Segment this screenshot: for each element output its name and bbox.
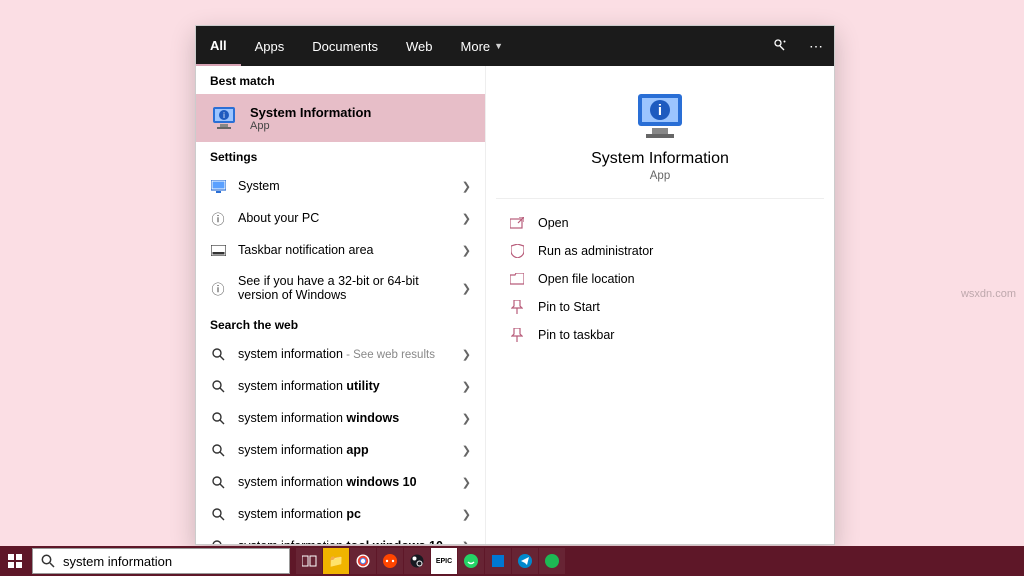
taskbar: 📁 EPIC bbox=[0, 546, 1024, 576]
svg-text:i: i bbox=[223, 111, 225, 120]
action-run-admin[interactable]: Run as administrator bbox=[500, 237, 820, 265]
action-open[interactable]: Open bbox=[500, 209, 820, 237]
system-information-icon: i bbox=[632, 88, 688, 144]
tab-web[interactable]: Web bbox=[392, 26, 447, 66]
app-icon[interactable] bbox=[458, 548, 484, 574]
web-item[interactable]: system information windows ❯ bbox=[196, 402, 485, 434]
pin-icon bbox=[508, 300, 526, 314]
action-list: Open Run as administrator Open file loca… bbox=[496, 199, 824, 359]
search-input[interactable] bbox=[63, 554, 281, 569]
taskbar-pinned-apps: 📁 EPIC bbox=[296, 548, 565, 574]
app-icon[interactable] bbox=[485, 548, 511, 574]
feedback-icon[interactable] bbox=[762, 26, 798, 66]
best-match-subtitle: App bbox=[250, 120, 371, 132]
web-item[interactable]: system information windows 10 ❯ bbox=[196, 466, 485, 498]
settings-item-taskbar-area[interactable]: Taskbar notification area ❯ bbox=[196, 234, 485, 266]
shield-icon bbox=[508, 244, 526, 258]
results-list: Best match i System Information App Sett… bbox=[196, 66, 486, 544]
chevron-right-icon: ❯ bbox=[462, 540, 471, 545]
search-icon bbox=[210, 538, 226, 544]
app-icon[interactable] bbox=[377, 548, 403, 574]
action-pin-start[interactable]: Pin to Start bbox=[500, 293, 820, 321]
svg-text:i: i bbox=[658, 102, 662, 119]
system-information-icon: i bbox=[210, 104, 238, 132]
search-icon bbox=[210, 474, 226, 490]
app-icon[interactable] bbox=[512, 548, 538, 574]
chevron-right-icon: ❯ bbox=[462, 212, 471, 225]
chevron-right-icon: ❯ bbox=[462, 244, 471, 257]
chevron-right-icon: ❯ bbox=[462, 348, 471, 361]
web-item[interactable]: system information pc ❯ bbox=[196, 498, 485, 530]
web-item[interactable]: system information tool windows 10 ❯ bbox=[196, 530, 485, 544]
taskbar-search-box[interactable] bbox=[32, 548, 290, 574]
taskbar-icon bbox=[210, 242, 226, 258]
tab-all[interactable]: All bbox=[196, 26, 241, 66]
search-icon bbox=[210, 442, 226, 458]
task-view-icon[interactable] bbox=[296, 548, 322, 574]
web-item[interactable]: system information app ❯ bbox=[196, 434, 485, 466]
detail-title: System Information bbox=[496, 150, 824, 168]
app-icon[interactable] bbox=[539, 548, 565, 574]
action-pin-taskbar[interactable]: Pin to taskbar bbox=[500, 321, 820, 349]
search-icon bbox=[210, 378, 226, 394]
more-options-icon[interactable]: ⋯ bbox=[798, 26, 834, 66]
tab-apps[interactable]: Apps bbox=[241, 26, 299, 66]
pin-icon bbox=[508, 328, 526, 342]
tab-more[interactable]: More▼ bbox=[447, 26, 518, 66]
best-match-title: System Information bbox=[250, 105, 371, 120]
chevron-right-icon: ❯ bbox=[462, 444, 471, 457]
info-icon: ⓘ bbox=[210, 210, 226, 226]
section-web: Search the web bbox=[196, 310, 485, 338]
folder-icon bbox=[508, 273, 526, 285]
settings-item-system[interactable]: System ❯ bbox=[196, 170, 485, 202]
filter-tabs: All Apps Documents Web More▼ ⋯ bbox=[196, 26, 834, 66]
settings-item-about[interactable]: ⓘ About your PC ❯ bbox=[196, 202, 485, 234]
chevron-right-icon: ❯ bbox=[462, 380, 471, 393]
search-icon bbox=[210, 410, 226, 426]
chevron-down-icon: ▼ bbox=[494, 41, 503, 51]
best-match-item[interactable]: i System Information App bbox=[196, 94, 485, 142]
section-best-match: Best match bbox=[196, 66, 485, 94]
search-icon bbox=[210, 506, 226, 522]
web-item[interactable]: system information utility ❯ bbox=[196, 370, 485, 402]
detail-pane: i System Information App Open Run as adm… bbox=[486, 66, 834, 544]
detail-subtitle: App bbox=[496, 170, 824, 182]
app-icon[interactable]: EPIC bbox=[431, 548, 457, 574]
app-icon[interactable]: 📁 bbox=[323, 548, 349, 574]
web-item[interactable]: system information - See web results ❯ bbox=[196, 338, 485, 370]
search-icon bbox=[41, 554, 55, 568]
display-icon bbox=[210, 178, 226, 194]
start-button[interactable] bbox=[0, 546, 30, 576]
info-icon: ⓘ bbox=[210, 280, 226, 296]
chevron-right-icon: ❯ bbox=[462, 508, 471, 521]
chevron-right-icon: ❯ bbox=[462, 180, 471, 193]
action-open-location[interactable]: Open file location bbox=[500, 265, 820, 293]
app-icon[interactable] bbox=[404, 548, 430, 574]
tab-documents[interactable]: Documents bbox=[298, 26, 392, 66]
search-icon bbox=[210, 346, 226, 362]
section-settings: Settings bbox=[196, 142, 485, 170]
chevron-right-icon: ❯ bbox=[462, 282, 471, 295]
chevron-right-icon: ❯ bbox=[462, 476, 471, 489]
app-icon[interactable] bbox=[350, 548, 376, 574]
watermark-text: wsxdn.com bbox=[961, 288, 1016, 300]
chevron-right-icon: ❯ bbox=[462, 412, 471, 425]
search-results-panel: All Apps Documents Web More▼ ⋯ Best matc… bbox=[195, 25, 835, 545]
settings-item-32-64-bit[interactable]: ⓘ See if you have a 32-bit or 64-bit ver… bbox=[196, 266, 485, 310]
open-icon bbox=[508, 217, 526, 229]
